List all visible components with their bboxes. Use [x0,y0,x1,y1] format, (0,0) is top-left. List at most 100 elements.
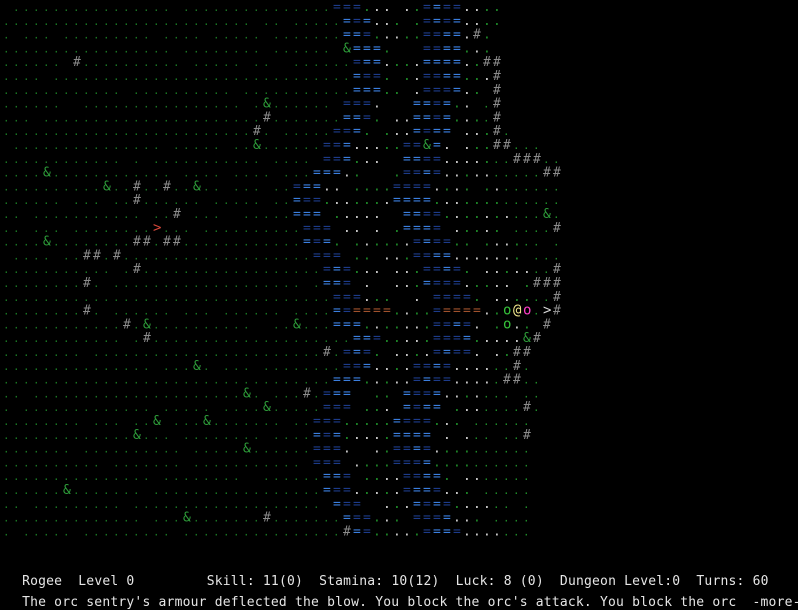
grass-glyph: . [223,387,230,400]
grass-glyph: . [83,332,90,345]
water-glyph: = [343,304,351,319]
grass-glyph: . [53,415,60,428]
water-glyph: = [433,166,441,181]
floor-glyph: . [393,14,401,29]
grass-glyph: . [163,84,170,97]
water-glyph: = [363,83,371,98]
floor-glyph: . [403,345,411,360]
grass-glyph: . [483,429,490,442]
grass-glyph: . [63,125,70,138]
water-glyph: = [423,69,431,84]
floor-glyph: . [373,483,381,498]
grass-glyph: . [33,525,40,538]
grass-glyph: . [173,443,180,456]
grass-glyph: . [53,111,60,124]
floor-glyph: . [443,469,451,484]
floor-glyph: . [353,483,361,498]
floor-glyph: . [323,179,331,194]
grass-glyph: . [73,429,80,442]
grass-glyph: . [23,70,30,83]
grass-glyph: . [23,84,30,97]
grass-glyph: . [113,84,120,97]
grass-glyph: . [13,374,20,387]
floor-glyph: . [463,221,471,236]
grass-glyph: . [123,470,130,483]
grass-glyph: . [233,222,240,235]
grass-glyph: . [233,277,240,290]
grass-glyph: . [533,180,540,193]
floor-glyph: . [413,262,421,277]
grass-glyph: . [213,346,220,359]
grass-glyph: . [93,346,100,359]
tree-glyph: & [343,41,351,56]
floor-glyph: . [353,221,361,236]
grass-glyph: . [43,332,50,345]
floor-glyph: . [353,428,361,443]
floor-glyph: . [443,442,451,457]
water-glyph: = [343,28,351,43]
grass-glyph: . [13,263,20,276]
bridge-glyph: = [463,304,471,319]
grass-glyph: . [113,415,120,428]
grass-glyph: . [293,498,300,511]
more-prompt[interactable]: -more- [753,595,798,610]
floor-glyph: . [453,442,461,457]
grass-glyph: . [293,484,300,497]
grass-glyph: . [93,470,100,483]
floor-glyph: . [353,248,361,263]
grass-glyph: . [243,1,250,14]
water-glyph: = [423,110,431,125]
grass-glyph: . [33,180,40,193]
grass-glyph: . [3,429,10,442]
grass-glyph: . [253,70,260,83]
grass-glyph: . [53,498,60,511]
grass-glyph: . [293,512,300,525]
grass-glyph: . [93,401,100,414]
floor-glyph: . [383,469,391,484]
grass-glyph: . [53,56,60,69]
grass-glyph: . [303,15,310,28]
grass-glyph: . [53,332,60,345]
water-glyph: = [403,221,411,236]
grass-glyph: . [293,305,300,318]
grass-glyph: . [253,401,260,414]
grass-glyph: . [283,429,290,442]
grass-glyph: . [133,167,140,180]
grass-glyph: . [333,360,340,373]
water-glyph: = [353,290,361,305]
floor-glyph: . [393,235,401,250]
water-glyph: = [423,124,431,139]
grass-glyph: . [213,194,220,207]
grass-glyph: . [193,167,200,180]
wall-glyph: # [133,179,141,194]
grass-glyph: . [243,153,250,166]
grass-glyph: . [33,139,40,152]
water-glyph: = [443,41,451,56]
grass-glyph: . [23,456,30,469]
water-glyph: = [433,511,441,526]
grass-glyph: . [13,332,20,345]
grass-glyph: . [293,167,300,180]
grass-glyph: . [73,70,80,83]
grass-glyph: . [33,291,40,304]
grass-glyph: . [193,318,200,331]
grass-glyph: . [233,484,240,497]
water-glyph: = [443,97,451,112]
grass-glyph: . [183,291,190,304]
floor-glyph: . [423,331,431,346]
grass-glyph: . [113,387,120,400]
tree-glyph: & [183,511,191,526]
grass-glyph: . [103,139,110,152]
grass-glyph: . [493,387,500,400]
grass-glyph: . [223,332,230,345]
grass-glyph: . [133,70,140,83]
grass-glyph: . [553,194,560,207]
grass-glyph: . [53,525,60,538]
grass-glyph: . [73,374,80,387]
grass-glyph: . [83,443,90,456]
grass-glyph: . [253,291,260,304]
water-glyph: = [453,345,461,360]
grass-glyph: . [13,180,20,193]
grass-glyph: . [503,443,510,456]
water-glyph: = [333,428,341,443]
